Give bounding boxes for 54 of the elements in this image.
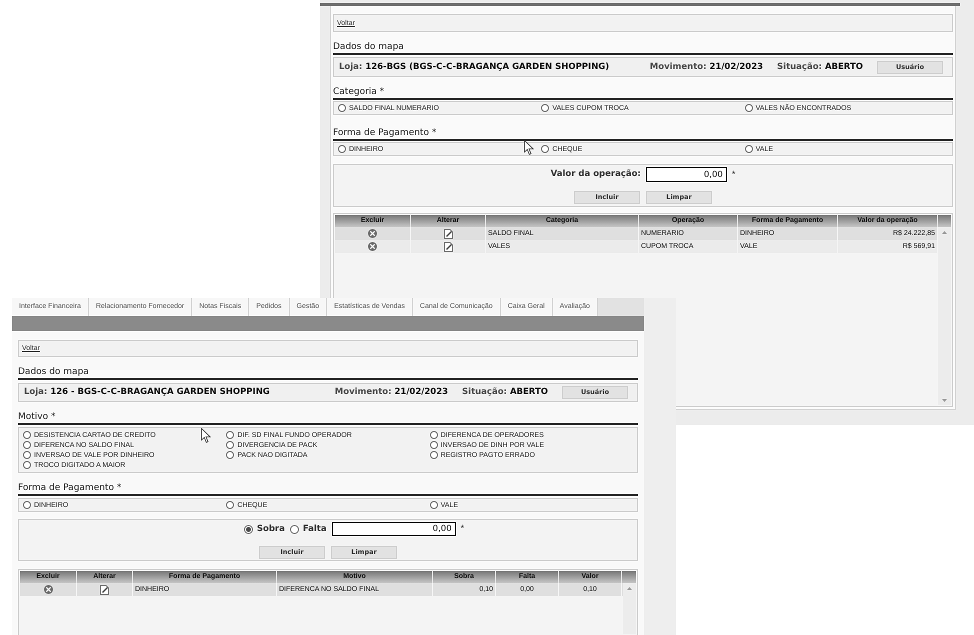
field-value: 21/02/2023 — [710, 60, 764, 74]
field-label: Movimento: — [650, 60, 706, 74]
radio-button[interactable] — [430, 451, 438, 459]
section-title: Categoria * — [333, 87, 384, 98]
delete-icon[interactable] — [368, 229, 377, 238]
section-title: Forma de Pagamento * — [333, 128, 436, 139]
amount-field[interactable]: 0,00 — [332, 522, 456, 536]
edit-icon[interactable] — [444, 228, 452, 238]
delete-icon[interactable] — [368, 242, 377, 251]
radio-button[interactable] — [23, 451, 31, 459]
radio-button[interactable] — [226, 431, 234, 439]
radio-button[interactable] — [541, 145, 550, 153]
field-label: Movimento: — [334, 386, 392, 399]
radio-button[interactable] — [226, 451, 234, 459]
field-label: Loja: — [339, 60, 362, 74]
radio-button[interactable] — [430, 431, 438, 439]
field-value: 21/02/2023 — [394, 386, 448, 399]
amount-label: Valor da operação: — [550, 168, 641, 181]
radio-button[interactable] — [23, 501, 31, 509]
section-title: Dados do mapa — [333, 42, 404, 53]
radio-button[interactable] — [23, 441, 31, 449]
section-title: Motivo * — [18, 412, 56, 423]
radio-button[interactable] — [244, 524, 253, 534]
required-mark: * — [460, 522, 464, 536]
radio-button[interactable] — [23, 461, 31, 469]
field-label: Loja: — [24, 386, 48, 399]
amount-field[interactable]: 0,00 — [646, 167, 727, 182]
radio-button[interactable] — [541, 104, 550, 112]
radio-button[interactable] — [226, 501, 234, 509]
field-label: Situação: — [462, 386, 507, 399]
radio-button[interactable] — [290, 524, 299, 534]
scrollbar-track[interactable] — [623, 583, 636, 634]
radio-button[interactable] — [430, 501, 438, 509]
field-value: ABERTO — [824, 60, 863, 74]
radio-button[interactable] — [744, 145, 753, 153]
section-title: Forma de Pagamento * — [18, 483, 122, 494]
mouse-pointer-icon — [201, 428, 211, 443]
radio-button[interactable] — [23, 431, 31, 439]
edit-icon[interactable] — [100, 584, 109, 594]
radio-button[interactable] — [338, 104, 346, 112]
choice-label[interactable]: Sobra — [256, 522, 285, 536]
radio-button[interactable] — [338, 145, 346, 153]
edit-icon[interactable] — [444, 242, 452, 252]
section-title: Dados do mapa — [18, 367, 89, 378]
radio-button[interactable] — [744, 104, 753, 112]
radio-button[interactable] — [226, 441, 234, 449]
field-value: 126-BGS (BGS-C-C-BRAGANÇA GARDEN SHOPPING) — [365, 60, 610, 74]
field-value: ABERTO — [510, 386, 548, 399]
choice-label[interactable]: Falta — [302, 522, 327, 536]
delete-icon[interactable] — [44, 585, 52, 594]
field-value: 126 - BGS-C-C-BRAGANÇA GARDEN SHOPPING — [50, 386, 270, 399]
field-label: Situação: — [777, 60, 822, 74]
required-mark: * — [732, 168, 736, 181]
radio-button[interactable] — [430, 441, 438, 449]
